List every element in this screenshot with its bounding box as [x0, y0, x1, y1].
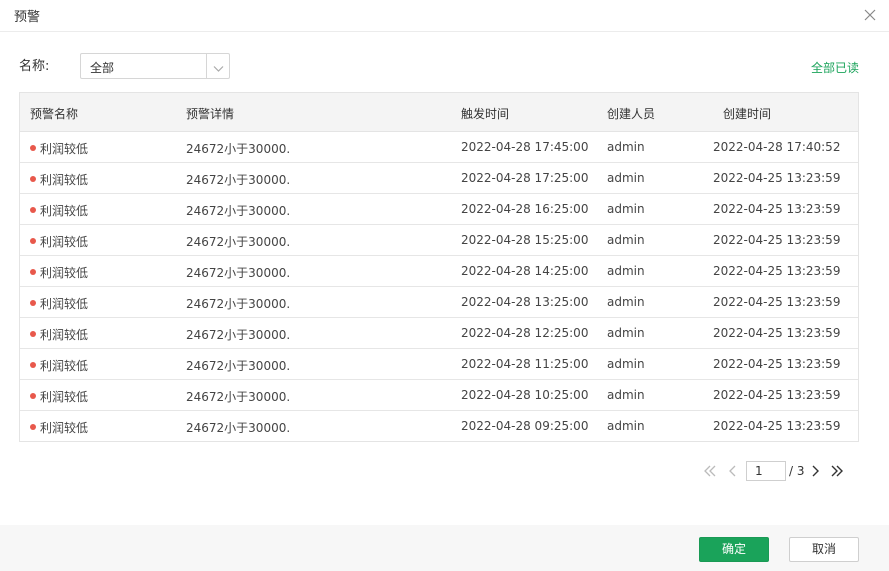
- table-row[interactable]: 利润较低 24672小于30000. 2022-04-28 12:25:00 admi…: [20, 318, 858, 349]
- status-dot-icon: [30, 145, 36, 151]
- header-alert-name[interactable]: 预警名称: [30, 105, 78, 122]
- cell-create-time: 2022-04-25 13:23:59: [713, 295, 841, 309]
- cell-create-time: 2022-04-28 17:40:52: [713, 140, 841, 154]
- chevron-down-icon[interactable]: [213, 62, 224, 72]
- status-dot-icon: [30, 269, 36, 275]
- mark-all-read-link[interactable]: 全部已读: [811, 59, 859, 76]
- cell-trigger-time: 2022-04-28 09:25:00: [461, 419, 589, 433]
- cell-creator: admin: [607, 326, 645, 340]
- first-page-icon[interactable]: [703, 463, 717, 479]
- cell-alert-name: 利润较低: [40, 297, 89, 311]
- header-create-time[interactable]: 创建时间: [723, 105, 771, 122]
- cell-creator: admin: [607, 264, 645, 278]
- cell-alert-detail: 24672小于30000.: [186, 266, 291, 280]
- cancel-button[interactable]: 取消: [789, 537, 859, 562]
- cell-alert-detail: 24672小于30000.: [186, 421, 291, 435]
- status-dot-icon: [30, 207, 36, 213]
- cell-trigger-time: 2022-04-28 17:25:00: [461, 171, 589, 185]
- name-filter-value: 全部: [90, 61, 115, 75]
- name-filter-select[interactable]: 全部: [80, 53, 230, 79]
- table-row[interactable]: 利润较低 24672小于30000. 2022-04-28 09:25:00 admi…: [20, 411, 858, 442]
- table-row[interactable]: 利润较低 24672小于30000. 2022-04-28 13:25:00 admi…: [20, 287, 858, 318]
- page-number-input[interactable]: [746, 461, 786, 481]
- status-dot-icon: [30, 300, 36, 306]
- table-row[interactable]: 利润较低 24672小于30000. 2022-04-28 16:25:00 admi…: [20, 194, 858, 225]
- cell-alert-name: 利润较低: [40, 421, 89, 435]
- alert-dialog: 预警 名称: 全部 全部已读 预警名称 预警详情 触发时间 创建人员 创建时间 …: [0, 0, 889, 571]
- cell-create-time: 2022-04-25 13:23:59: [713, 357, 841, 371]
- cell-trigger-time: 2022-04-28 14:25:00: [461, 264, 589, 278]
- cell-trigger-time: 2022-04-28 10:25:00: [461, 388, 589, 402]
- cell-creator: admin: [607, 295, 645, 309]
- cell-creator: admin: [607, 419, 645, 433]
- dialog-title: 预警: [14, 10, 41, 25]
- select-divider: [206, 54, 207, 78]
- page-total: / 3: [789, 464, 805, 478]
- cell-alert-detail: 24672小于30000.: [186, 173, 291, 187]
- confirm-button[interactable]: 确定: [699, 537, 769, 562]
- cell-create-time: 2022-04-25 13:23:59: [713, 171, 841, 185]
- status-dot-icon: [30, 393, 36, 399]
- dialog-footer: 确定 取消: [0, 525, 889, 571]
- cell-create-time: 2022-04-25 13:23:59: [713, 264, 841, 278]
- status-dot-icon: [30, 424, 36, 430]
- header-creator[interactable]: 创建人员: [607, 105, 655, 122]
- cell-alert-detail: 24672小于30000.: [186, 359, 291, 373]
- header-trigger-time[interactable]: 触发时间: [461, 105, 509, 122]
- status-dot-icon: [30, 238, 36, 244]
- header-alert-detail[interactable]: 预警详情: [186, 105, 234, 122]
- table-row[interactable]: 利润较低 24672小于30000. 2022-04-28 17:25:00 admi…: [20, 163, 858, 194]
- cell-alert-name: 利润较低: [40, 266, 89, 280]
- table-row[interactable]: 利润较低 24672小于30000. 2022-04-28 17:45:00 admi…: [20, 132, 858, 163]
- cell-alert-detail: 24672小于30000.: [186, 204, 291, 218]
- table-row[interactable]: 利润较低 24672小于30000. 2022-04-28 11:25:00 admi…: [20, 349, 858, 380]
- cell-trigger-time: 2022-04-28 16:25:00: [461, 202, 589, 216]
- cell-alert-detail: 24672小于30000.: [186, 297, 291, 311]
- name-filter-label: 名称:: [19, 59, 50, 74]
- status-dot-icon: [30, 362, 36, 368]
- cell-trigger-time: 2022-04-28 12:25:00: [461, 326, 589, 340]
- cell-creator: admin: [607, 202, 645, 216]
- close-icon[interactable]: [863, 8, 877, 22]
- cell-alert-detail: 24672小于30000.: [186, 142, 291, 156]
- cell-creator: admin: [607, 388, 645, 402]
- cell-trigger-time: 2022-04-28 13:25:00: [461, 295, 589, 309]
- cell-create-time: 2022-04-25 13:23:59: [713, 326, 841, 340]
- cell-trigger-time: 2022-04-28 11:25:00: [461, 357, 589, 371]
- cell-trigger-time: 2022-04-28 15:25:00: [461, 233, 589, 247]
- cell-alert-name: 利润较低: [40, 142, 89, 156]
- cell-creator: admin: [607, 140, 645, 154]
- prev-page-icon[interactable]: [726, 463, 740, 479]
- cell-alert-name: 利润较低: [40, 359, 89, 373]
- last-page-icon[interactable]: [830, 463, 844, 479]
- cell-alert-name: 利润较低: [40, 235, 89, 249]
- table-row[interactable]: 利润较低 24672小于30000. 2022-04-28 10:25:00 admi…: [20, 380, 858, 411]
- cell-alert-detail: 24672小于30000.: [186, 235, 291, 249]
- cell-create-time: 2022-04-25 13:23:59: [713, 202, 841, 216]
- cell-creator: admin: [607, 171, 645, 185]
- next-page-icon[interactable]: [808, 463, 822, 479]
- table-header: 预警名称 预警详情 触发时间 创建人员 创建时间: [20, 93, 858, 132]
- status-dot-icon: [30, 331, 36, 337]
- status-dot-icon: [30, 176, 36, 182]
- cell-creator: admin: [607, 357, 645, 371]
- cell-alert-detail: 24672小于30000.: [186, 390, 291, 404]
- table-row[interactable]: 利润较低 24672小于30000. 2022-04-28 15:25:00 admi…: [20, 225, 858, 256]
- cell-create-time: 2022-04-25 13:23:59: [713, 388, 841, 402]
- alerts-table: 预警名称 预警详情 触发时间 创建人员 创建时间 利润较低 24672小于3000…: [19, 92, 859, 442]
- cell-trigger-time: 2022-04-28 17:45:00: [461, 140, 589, 154]
- cell-alert-name: 利润较低: [40, 390, 89, 404]
- cell-alert-name: 利润较低: [40, 204, 89, 218]
- cell-create-time: 2022-04-25 13:23:59: [713, 419, 841, 433]
- cell-alert-detail: 24672小于30000.: [186, 328, 291, 342]
- cell-creator: admin: [607, 233, 645, 247]
- cell-alert-name: 利润较低: [40, 328, 89, 342]
- table-row[interactable]: 利润较低 24672小于30000. 2022-04-28 14:25:00 admi…: [20, 256, 858, 287]
- dialog-titlebar: 预警: [0, 0, 889, 32]
- cell-create-time: 2022-04-25 13:23:59: [713, 233, 841, 247]
- cell-alert-name: 利润较低: [40, 173, 89, 187]
